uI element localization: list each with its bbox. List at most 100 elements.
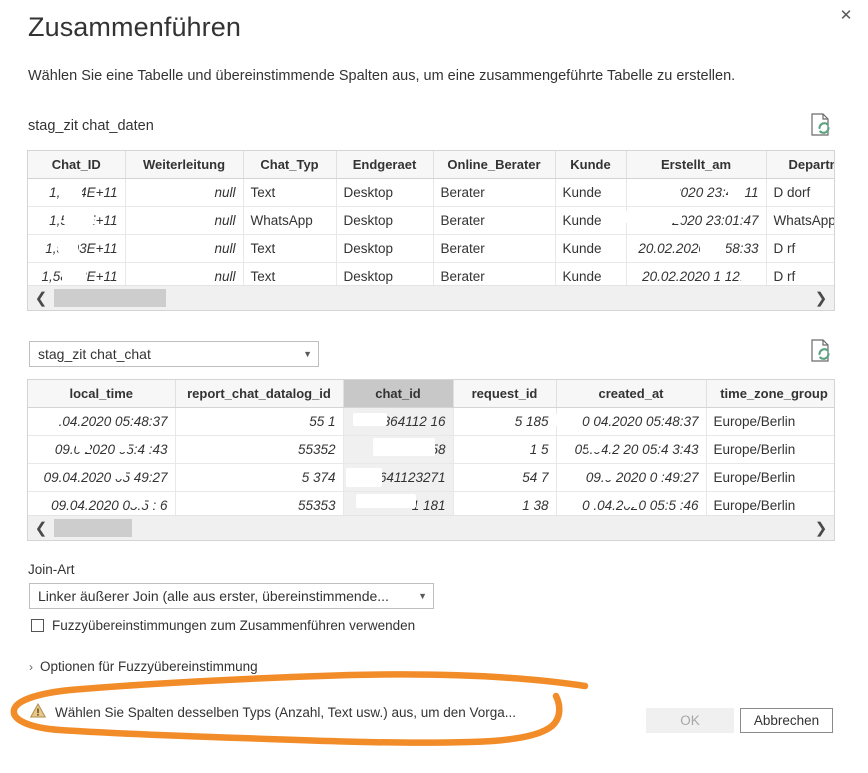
table2-header-row: local_time report_chat_datalog_id chat_i… xyxy=(28,380,834,408)
table1-header-row: Chat_ID Weiterleitung Chat_Typ Endgeraet… xyxy=(28,151,834,179)
table1-col-online-berater[interactable]: Online_Berater xyxy=(433,151,556,179)
cell: 1,58 4E+11 xyxy=(28,206,126,235)
table1-scroll-track[interactable] xyxy=(54,286,808,310)
cell: 1,58 23E+11 xyxy=(28,262,126,286)
fuzzy-match-checkbox-row[interactable]: Fuzzyübereinstimmungen zum Zusammenführe… xyxy=(31,618,415,633)
cell: Desktop xyxy=(336,234,434,263)
close-glyph: ✕ xyxy=(839,6,853,24)
chevron-down-icon: ▼ xyxy=(303,348,312,359)
page-title: Zusammenführen xyxy=(28,12,241,42)
table2-col-time-zone-group[interactable]: time_zone_group xyxy=(706,380,834,408)
cell: WhatsApp xyxy=(243,206,337,235)
cell: Text xyxy=(243,262,337,286)
cell: D rf xyxy=(766,234,834,263)
cell: Kunde xyxy=(555,206,627,235)
cell: 5 185 xyxy=(453,407,557,436)
cell: 1,5 24E+11 xyxy=(28,178,126,207)
table1-col-chat-typ[interactable]: Chat_Typ xyxy=(243,151,337,179)
cell: Text xyxy=(243,234,337,263)
cell: Berater xyxy=(433,206,556,235)
table2-col-report-chat-datalog-id[interactable]: report_chat_datalog_id xyxy=(175,380,344,408)
cell: 20.02.2020 1 12:25 xyxy=(626,262,767,286)
cell: Desktop xyxy=(336,206,434,235)
join-kind-dropdown[interactable]: Linker äußerer Join (alle aus erster, üb… xyxy=(29,583,434,609)
cell: Europe/Berlin xyxy=(706,491,834,516)
table1-col-weiterleitung[interactable]: Weiterleitung xyxy=(125,151,244,179)
chevron-down-icon: ▼ xyxy=(418,590,427,601)
table2-col-created-at[interactable]: created_at xyxy=(556,380,707,408)
join-kind-label: Join-Art xyxy=(28,562,75,577)
table2-scroll-thumb[interactable] xyxy=(54,519,132,537)
table-row: 09.04.2020 05 49:27 5 374 158641123271 5… xyxy=(28,463,834,492)
join-kind-value: Linker äußerer Join (alle aus erster, üb… xyxy=(38,588,389,604)
table1-col-kunde[interactable]: Kunde xyxy=(555,151,627,179)
fuzzy-options-label: Optionen für Fuzzyübereinstimmung xyxy=(40,659,258,674)
cell: 54 7 xyxy=(453,463,557,492)
cell: 55352 xyxy=(175,435,344,464)
table2-scroll-track[interactable] xyxy=(54,516,808,540)
warning-triangle-icon xyxy=(29,702,47,721)
fuzzy-match-checkbox[interactable] xyxy=(31,619,44,632)
close-icon[interactable]: ✕ xyxy=(824,0,868,30)
table-row: 0 .04.2020 05:48:37 55 1 15864112 16 5 1… xyxy=(28,407,834,436)
cell: 55 1 xyxy=(175,407,344,436)
table-row: 1,5893E+11 null Text Desktop Berater Kun… xyxy=(28,234,834,263)
cell: 05.04.2 20 05:4 3:43 xyxy=(556,435,707,464)
cell: 0 .04.2020 05:48:37 xyxy=(28,407,176,436)
table-row: 09.0 2020 05:4 :43 55352 158 1 5 05.04.2… xyxy=(28,435,834,464)
cell: 09.0 2020 0 :49:27 xyxy=(556,463,707,492)
cell: 55353 xyxy=(175,491,344,516)
table1-col-endgeraet[interactable]: Endgeraet xyxy=(336,151,434,179)
table1-col-department[interactable]: Departmer xyxy=(766,151,834,179)
table2-selector-value: stag_zit chat_chat xyxy=(38,346,151,362)
cell: 158 xyxy=(343,435,454,464)
table2-col-local-time[interactable]: local_time xyxy=(28,380,176,408)
cell: Berater xyxy=(433,178,556,207)
table1-name-label: stag_zit chat_daten xyxy=(28,118,154,134)
cell: D rf xyxy=(766,262,834,286)
cell: null xyxy=(125,262,244,286)
cell: Europe/Berlin xyxy=(706,463,834,492)
scroll-right-icon[interactable]: ❯ xyxy=(808,517,834,540)
cell: 15864112 16 xyxy=(343,407,454,436)
ok-button[interactable]: OK xyxy=(646,708,734,733)
table-row: 1,5 24E+11 null Text Desktop Berater Kun… xyxy=(28,178,834,207)
cell: null xyxy=(125,178,244,207)
table1-scroll-thumb[interactable] xyxy=(54,289,166,307)
cell: 09.0 2020 05:4 :43 xyxy=(28,435,176,464)
document-refresh-icon[interactable] xyxy=(808,338,832,364)
cell: Text xyxy=(243,178,337,207)
table1-col-erstellt-am[interactable]: Erstellt_am xyxy=(626,151,767,179)
table2-col-chat-id[interactable]: chat_id xyxy=(343,380,454,408)
table1-horizontal-scrollbar[interactable]: ❮ ❯ xyxy=(28,285,834,310)
status-warning: Wählen Sie Spalten desselben Typs (Anzah… xyxy=(29,702,516,721)
cell: 0 04.2020 05:48:37 xyxy=(556,407,707,436)
cell: Kunde xyxy=(555,262,627,286)
cell: null xyxy=(125,234,244,263)
document-refresh-icon[interactable] xyxy=(808,112,832,138)
table2-grid-viewport: local_time report_chat_datalog_id chat_i… xyxy=(28,380,834,516)
table1-preview-grid[interactable]: Chat_ID Weiterleitung Chat_Typ Endgeraet… xyxy=(27,150,835,311)
merge-dialog: ✕ Zusammenführen Wählen Sie eine Tabelle… xyxy=(0,0,868,773)
table2-selector-dropdown[interactable]: stag_zit chat_chat ▼ xyxy=(29,341,319,367)
cell: 158641123271 xyxy=(343,463,454,492)
scroll-left-icon[interactable]: ❮ xyxy=(28,517,54,540)
table2-horizontal-scrollbar[interactable]: ❮ ❯ xyxy=(28,515,834,540)
table2-col-request-id[interactable]: request_id xyxy=(453,380,557,408)
cell: 20.0 2020 23:42:11 xyxy=(626,178,767,207)
cell: Europe/Berlin xyxy=(706,407,834,436)
fuzzy-options-disclosure[interactable]: › Optionen für Fuzzyübereinstimmung xyxy=(29,659,258,674)
cancel-button[interactable]: Abbrechen xyxy=(740,708,833,733)
fuzzy-match-label: Fuzzyübereinstimmungen zum Zusammenführe… xyxy=(52,618,416,633)
table1-col-chat-id[interactable]: Chat_ID xyxy=(28,151,126,179)
cell: null xyxy=(125,206,244,235)
scroll-right-icon[interactable]: ❯ xyxy=(808,287,834,310)
cell: 1 38 xyxy=(453,491,557,516)
scroll-left-icon[interactable]: ❮ xyxy=(28,287,54,310)
cell: Berater xyxy=(433,234,556,263)
cell: Berater xyxy=(433,262,556,286)
cell: 1 5 xyxy=(453,435,557,464)
table1-grid-viewport: Chat_ID Weiterleitung Chat_Typ Endgeraet… xyxy=(28,151,834,286)
cell: WhatsApp xyxy=(766,206,834,235)
table2-preview-grid[interactable]: local_time report_chat_datalog_id chat_i… xyxy=(27,379,835,541)
